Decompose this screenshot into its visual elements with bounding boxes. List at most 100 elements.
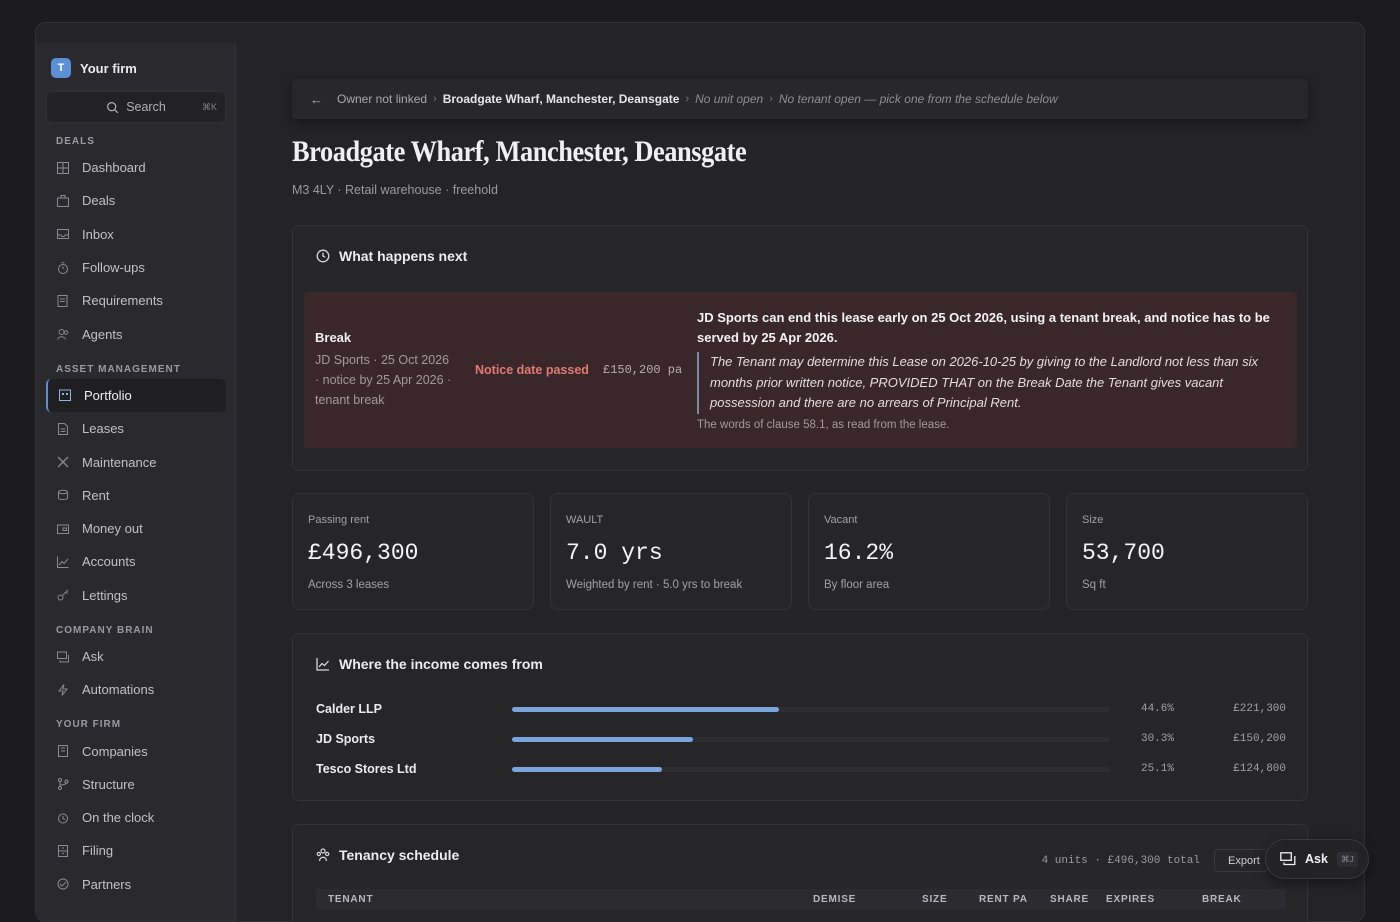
sidebar-item-label: Requirements <box>82 293 163 309</box>
search-label: Search <box>126 100 166 114</box>
sidebar-item-label: Follow-ups <box>82 260 145 276</box>
sidebar-item-label: Maintenance <box>82 454 157 470</box>
line-chart-icon <box>56 555 70 569</box>
clause-source: The words of clause 58.1, as read from t… <box>697 419 950 431</box>
sidebar-item-follow-ups[interactable]: Follow-ups <box>46 251 226 284</box>
share-bar-track <box>512 736 1110 742</box>
income-amount: £150,200 <box>1233 733 1286 745</box>
key-icon <box>56 588 70 602</box>
firm-switcher[interactable]: T Your firm <box>51 58 137 78</box>
sidebar-item-label: On the clock <box>82 810 155 826</box>
sidebar-item-on-the-clock[interactable]: On the clock <box>46 801 226 834</box>
card-heading: What happens next <box>316 248 467 264</box>
sidebar-item-label: Structure <box>82 776 135 792</box>
search-button[interactable]: Search ⌘K <box>46 91 226 123</box>
export-button[interactable]: Export <box>1214 849 1268 872</box>
cabinet-icon <box>56 844 70 858</box>
stat-card-size: Size 53,700 Sq ft <box>1066 493 1308 610</box>
event-amount: £150,200 pa <box>603 363 683 377</box>
nav-section-company-brain: COMPANY BRAIN <box>56 624 154 636</box>
office-icon <box>56 744 70 758</box>
sidebar-item-agents[interactable]: Agents <box>46 317 226 350</box>
page-title: Broadgate Wharf, Manchester, Deansgate <box>292 135 747 168</box>
search-icon <box>107 101 119 113</box>
page-subtitle: M3 4LY · Retail warehouse · freehold <box>292 183 498 197</box>
stat-label: Vacant <box>824 514 858 526</box>
sidebar-item-accounts[interactable]: Accounts <box>46 545 226 578</box>
tenancy-schedule-card: Tenancy schedule 4 units · £496,300 tota… <box>292 824 1308 921</box>
breadcrumb-unit: No unit open <box>695 92 764 106</box>
sidebar-item-money-out[interactable]: Money out <box>46 512 226 545</box>
breadcrumb: ← Owner not linked › Broadgate Wharf, Ma… <box>292 79 1308 119</box>
breadcrumb-property[interactable]: Broadgate Wharf, Manchester, Deansgate <box>443 92 680 106</box>
sidebar-item-dashboard[interactable]: Dashboard <box>46 151 226 184</box>
sidebar-item-ask[interactable]: Ask <box>46 640 226 673</box>
sidebar-item-leases[interactable]: Leases <box>46 412 226 445</box>
sidebar-item-requirements[interactable]: Requirements <box>46 284 226 317</box>
search-shortcut: ⌘K <box>201 101 217 112</box>
column-header-demise[interactable]: DEMISE <box>813 894 856 905</box>
sidebar-item-inbox[interactable]: Inbox <box>46 218 226 251</box>
sidebar-item-structure[interactable]: Structure <box>46 768 226 801</box>
schedule-summary: 4 units · £496,300 total <box>1041 855 1200 867</box>
column-header-size[interactable]: SIZE <box>922 894 947 905</box>
income-row[interactable]: JD Sports 30.3% £150,200 <box>316 729 1286 749</box>
people-icon <box>316 848 330 862</box>
inbox-icon <box>56 227 70 241</box>
column-header-share[interactable]: SHARE <box>1050 894 1089 905</box>
sidebar-nav: DEALS Dashboard Deals Inbox Follow-ups R… <box>46 133 226 901</box>
tenant-name: JD Sports <box>316 732 376 746</box>
sidebar-item-label: Dashboard <box>82 160 146 176</box>
ask-label: Ask <box>1305 852 1328 866</box>
firm-logo: T <box>51 58 71 78</box>
sidebar-item-deals[interactable]: Deals <box>46 184 226 217</box>
stat-subtext: Sq ft <box>1082 579 1106 591</box>
sidebar-item-automations[interactable]: Automations <box>46 673 226 706</box>
sidebar-item-label: Rent <box>82 487 110 503</box>
stat-subtext: Across 3 leases <box>308 579 390 591</box>
sidebar-item-label: Lettings <box>82 587 128 603</box>
stat-subtext: By floor area <box>824 579 890 591</box>
stat-card-passing-rent: Passing rent £496,300 Across 3 leases <box>292 493 534 610</box>
income-row[interactable]: Tesco Stores Ltd 25.1% £124,800 <box>316 759 1286 779</box>
sidebar-item-label: Ask <box>82 649 104 664</box>
column-header-rent-pa[interactable]: RENT PA <box>979 894 1028 905</box>
stat-value: 53,700 <box>1082 540 1165 566</box>
sidebar-item-portfolio[interactable]: Portfolio <box>46 378 226 413</box>
share-bar <box>512 706 779 712</box>
column-header-tenant[interactable]: TENANT <box>328 894 373 905</box>
column-header-break[interactable]: BREAK <box>1202 894 1242 905</box>
sidebar-item-label: Leases <box>82 421 124 437</box>
sidebar-item-rent[interactable]: Rent <box>46 479 226 512</box>
sidebar-item-lettings[interactable]: Lettings <box>46 579 226 612</box>
event-summary: JD Sports can end this lease early on 25… <box>697 310 1270 345</box>
tenant-name: Calder LLP <box>316 702 382 716</box>
card-heading-text: Tenancy schedule <box>339 847 460 863</box>
ask-assistant-button[interactable]: Ask ⌘J <box>1265 839 1369 879</box>
tenant-name: Tesco Stores Ltd <box>316 762 417 776</box>
chat-icon <box>56 650 70 664</box>
breadcrumb-owner[interactable]: Owner not linked <box>337 92 427 106</box>
back-arrow-icon[interactable]: ← <box>310 92 323 107</box>
sidebar-item-partners[interactable]: Partners <box>46 868 226 901</box>
stat-value: 7.0 yrs <box>566 540 663 566</box>
share-bar-track <box>512 706 1110 712</box>
clock-icon <box>316 249 330 263</box>
sidebar: T Your firm Search ⌘K DEALS Dashboard De… <box>36 43 236 921</box>
card-heading: Tenancy schedule <box>316 847 459 863</box>
column-header-expires[interactable]: EXPIRES <box>1106 894 1155 905</box>
stat-label: Passing rent <box>308 514 370 526</box>
sidebar-item-companies[interactable]: Companies <box>46 734 226 767</box>
card-heading-text: Where the income comes from <box>339 656 543 672</box>
list-icon <box>56 294 70 308</box>
stat-value: £496,300 <box>308 540 419 566</box>
income-row[interactable]: Calder LLP 44.6% £221,300 <box>316 699 1286 719</box>
stat-card-vacant: Vacant 16.2% By floor area <box>808 493 1050 610</box>
break-event-alert[interactable]: Break JD Sports · 25 Oct 2026 · notice b… <box>304 292 1297 448</box>
line-chart-icon <box>316 658 329 671</box>
income-amount: £124,800 <box>1233 763 1286 775</box>
sidebar-item-maintenance[interactable]: Maintenance <box>46 445 226 478</box>
sidebar-item-filing[interactable]: Filing <box>46 834 226 867</box>
stat-label: Size <box>1082 514 1104 526</box>
tools-icon <box>56 455 70 469</box>
